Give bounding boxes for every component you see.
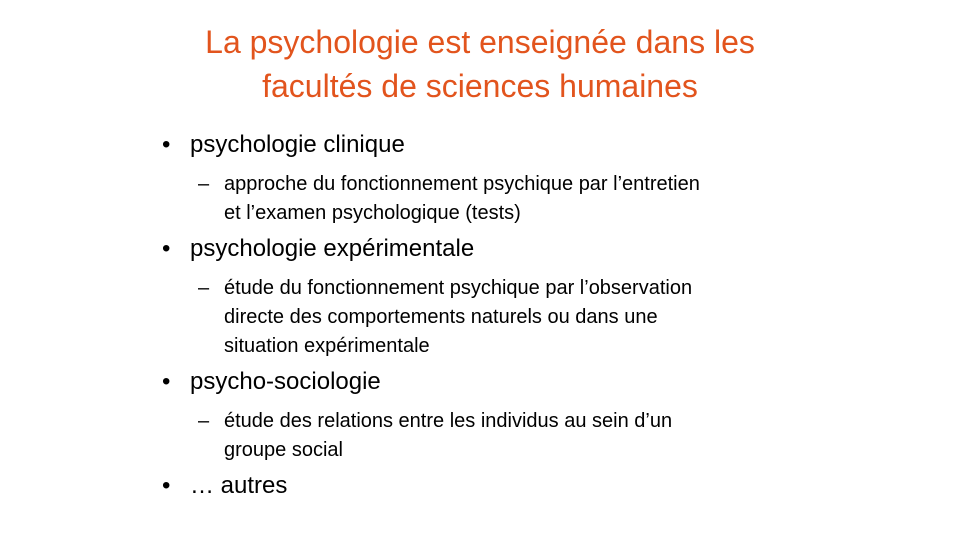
sub-marker: – bbox=[198, 173, 210, 195]
bullet-list: • psychologie clinique – approche du fon… bbox=[162, 126, 862, 501]
sub-item-psycho-sociologie: – étude des relations entre les individu… bbox=[198, 407, 862, 465]
bullet-item-psycho-sociologie: • psycho-sociologie bbox=[162, 367, 862, 397]
bullet-item-psychologie-experimentale: • psychologie expérimentale bbox=[162, 234, 862, 264]
bullet-label: psychologie expérimentale bbox=[190, 235, 475, 262]
title-line-1: La psychologie est enseignée dans les bbox=[205, 24, 755, 60]
bullet-label: psycho-sociologie bbox=[190, 368, 381, 395]
sub-marker: – bbox=[198, 277, 210, 299]
bullet-marker: • bbox=[162, 131, 171, 158]
bullet-label: psychologie clinique bbox=[190, 131, 405, 158]
bullet-label: … autres bbox=[190, 472, 288, 499]
sub-line: étude du fonctionnement psychique par l’… bbox=[224, 277, 693, 299]
sub-line: étude des relations entre les individus … bbox=[224, 410, 673, 432]
sub-marker: – bbox=[198, 410, 210, 432]
sub-line: approche du fonctionnement psychique par… bbox=[224, 173, 700, 195]
slide: La psychologie est enseignée dans les fa… bbox=[0, 0, 960, 540]
bullet-item-psychologie-clinique: • psychologie clinique bbox=[162, 130, 862, 160]
sub-line: et l’examen psychologique (tests) bbox=[224, 202, 521, 224]
bullet-item-autres: • … autres bbox=[162, 471, 862, 501]
title-line-2: facultés de sciences humaines bbox=[262, 68, 698, 104]
slide-title: La psychologie est enseignée dans les fa… bbox=[80, 20, 880, 108]
sub-item-psychologie-experimentale: – étude du fonctionnement psychique par … bbox=[198, 274, 862, 361]
bullet-marker: • bbox=[162, 472, 171, 499]
bullet-marker: • bbox=[162, 368, 171, 395]
sub-line: groupe social bbox=[224, 439, 343, 461]
sub-item-psychologie-clinique: – approche du fonctionnement psychique p… bbox=[198, 170, 862, 228]
sub-line: situation expérimentale bbox=[224, 335, 430, 357]
bullet-marker: • bbox=[162, 235, 171, 262]
sub-line: directe des comportements naturels ou da… bbox=[224, 306, 658, 328]
